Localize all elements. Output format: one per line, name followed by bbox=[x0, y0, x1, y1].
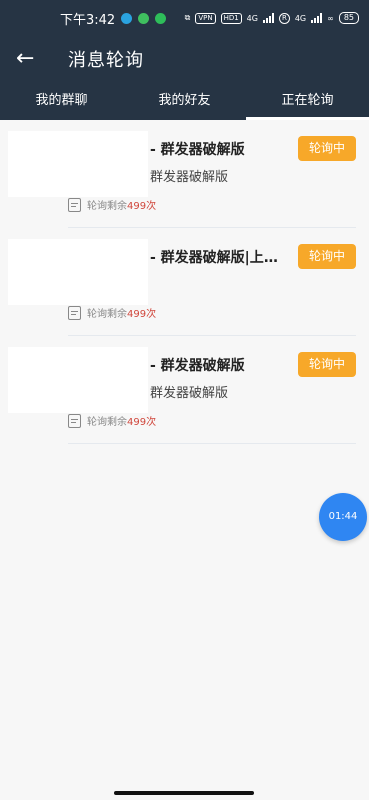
tab-bar: 我的群聊 我的好友 正在轮询 bbox=[0, 82, 369, 120]
status-bar: 下午3:42 ⧉ VPN HD1 4G R 4G ∞ 85 bbox=[0, 0, 369, 36]
item-subtitle: 群发器破解版 bbox=[150, 170, 229, 185]
remain-count: 499次 bbox=[127, 201, 157, 212]
list-item[interactable]: - 群发器破解版 群发器破解版 轮询中 轮询剩余499次 bbox=[0, 336, 369, 444]
thumbnail bbox=[8, 239, 148, 305]
polling-list: - 群发器破解版 群发器破解版 轮询中 轮询剩余499次 - 群发器破解版|上粉… bbox=[0, 120, 369, 444]
item-title: - 群发器破解版 bbox=[150, 358, 245, 374]
network-type-1: 4G bbox=[246, 13, 258, 23]
list-item[interactable]: - 群发器破解版|上粉... 轮询中 轮询剩余499次 bbox=[0, 228, 369, 336]
home-handle[interactable] bbox=[114, 791, 254, 795]
timer-button[interactable]: 01:44 bbox=[319, 493, 367, 541]
signal-icon-2 bbox=[311, 13, 323, 23]
signal-icon bbox=[262, 13, 274, 23]
hd-badge: HD1 bbox=[220, 12, 242, 24]
copy-icon: ⧉ bbox=[184, 13, 191, 22]
app-bar: ← 消息轮询 bbox=[0, 36, 369, 82]
tab-my-friends[interactable]: 我的好友 bbox=[123, 82, 246, 120]
list-item[interactable]: - 群发器破解版 群发器破解版 轮询中 轮询剩余499次 bbox=[0, 120, 369, 228]
status-time: 下午3:42 bbox=[60, 12, 116, 28]
app-icon bbox=[138, 12, 150, 24]
roaming-icon: R bbox=[278, 12, 290, 24]
telegram-icon bbox=[121, 12, 133, 24]
thumbnail bbox=[8, 131, 148, 197]
status-right: ⧉ VPN HD1 4G R 4G ∞ 85 bbox=[185, 12, 359, 24]
remain-label: 轮询剩余 bbox=[87, 309, 127, 320]
polling-status-button[interactable]: 轮询中 bbox=[298, 136, 356, 161]
remain-info: 轮询剩余499次 bbox=[68, 413, 156, 428]
polling-status-button[interactable]: 轮询中 bbox=[298, 244, 356, 269]
system-nav-bar bbox=[0, 784, 369, 800]
document-icon bbox=[68, 413, 81, 428]
polling-status-button[interactable]: 轮询中 bbox=[298, 352, 356, 377]
battery-icon: 85 bbox=[338, 12, 359, 24]
remain-info: 轮询剩余499次 bbox=[68, 305, 156, 320]
remain-info: 轮询剩余499次 bbox=[68, 197, 156, 212]
tab-my-groups[interactable]: 我的群聊 bbox=[0, 82, 123, 120]
link-icon: ∞ bbox=[327, 13, 334, 23]
remain-count: 499次 bbox=[127, 309, 157, 320]
document-icon bbox=[68, 305, 81, 320]
network-type-2: 4G bbox=[294, 13, 307, 23]
tab-polling[interactable]: 正在轮询 bbox=[246, 82, 369, 120]
item-title: - 群发器破解版|上粉... bbox=[150, 250, 290, 266]
thumbnail bbox=[8, 347, 148, 413]
back-arrow-icon[interactable]: ← bbox=[16, 48, 46, 70]
item-title: - 群发器破解版 bbox=[150, 142, 245, 158]
remain-label: 轮询剩余 bbox=[87, 201, 127, 212]
divider bbox=[68, 443, 356, 444]
document-icon bbox=[68, 197, 81, 212]
vpn-badge: VPN bbox=[195, 12, 216, 24]
phone-icon bbox=[155, 12, 167, 24]
remain-label: 轮询剩余 bbox=[87, 417, 127, 428]
item-subtitle: 群发器破解版 bbox=[150, 386, 229, 401]
remain-count: 499次 bbox=[127, 417, 157, 428]
page-title: 消息轮询 bbox=[68, 50, 144, 71]
